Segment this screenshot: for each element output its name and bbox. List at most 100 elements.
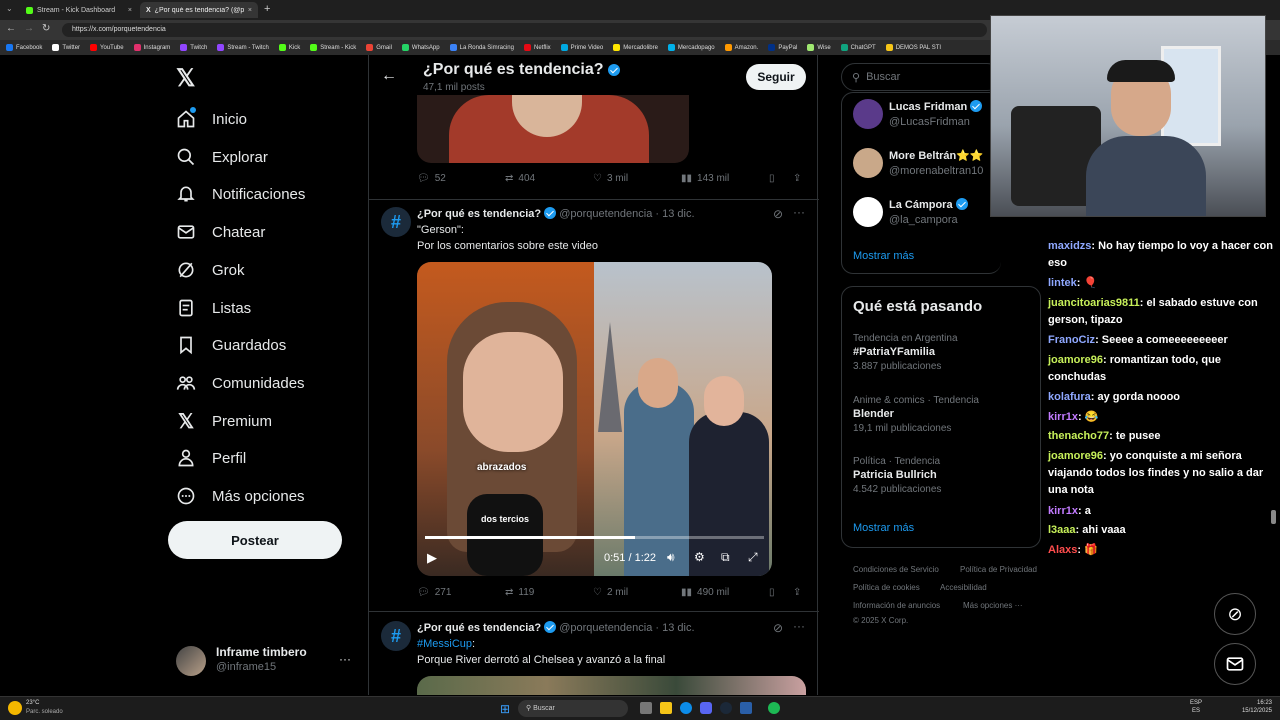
share-icon[interactable]: ⇪ [793,173,801,184]
grok-float-button[interactable]: ⊘ [1214,593,1256,635]
taskbar-search[interactable]: ⚲ Buscar [518,700,628,717]
post-more-icon[interactable]: ··· [793,619,805,633]
trend-item[interactable]: Tendencia en Argentina #PatriaYFamilia 3… [853,333,958,372]
play-icon[interactable]: ▶ [427,550,437,566]
reload-icon[interactable]: ↻ [42,23,50,34]
footer-link[interactable]: Política de Privacidad [960,565,1037,574]
suggestion-name[interactable]: La Cámpora [889,198,968,211]
settings-icon[interactable]: ⚙ [694,550,705,564]
nav-inicio[interactable]: Inicio [176,103,247,135]
bookmark-item[interactable]: Mercadopago [667,44,715,51]
close-tab-icon[interactable]: × [248,7,252,14]
hashtag-link[interactable]: #MessiCup [417,638,472,650]
nav-premium[interactable]: 𝕏 Premium [176,405,272,437]
nav-grok[interactable]: Grok [176,254,245,286]
reply-button[interactable]: 💬︎ 271 [417,587,451,598]
video-player[interactable]: dos tercios abrazados ▶ 0:51 / 1:22 🔊︎ ⚙… [417,262,772,576]
edge-icon[interactable] [680,702,692,714]
windows-start-icon[interactable]: ⊞ [500,702,510,716]
messages-float-button[interactable] [1214,643,1256,685]
suggestion-name[interactable]: More Beltrán⭐⭐ [889,149,984,162]
repost-button[interactable]: ⇄ 404 [505,173,535,184]
footer-link[interactable]: Más opciones ··· [963,601,1023,610]
account-switcher[interactable]: Inframe timbero @inframe15 ··· [176,644,366,678]
forward-icon[interactable]: → [24,23,34,34]
post-more-icon[interactable]: ··· [793,205,805,219]
bookmark-button[interactable]: ▯ [769,173,775,184]
share-icon[interactable]: ⇪ [793,587,801,598]
task-view-icon[interactable] [640,702,652,714]
fullscreen-icon[interactable]: ⤢ [748,550,758,565]
nav-comunidades[interactable]: Comunidades [176,367,305,399]
bookmark-item[interactable]: Kick [278,44,300,51]
new-tab-button[interactable]: + [264,3,270,15]
tab-list-icon[interactable]: ⌄ [6,4,13,13]
nav-perfil[interactable]: Perfil [176,442,246,474]
nav-explorar[interactable]: Explorar [176,141,268,173]
pip-icon[interactable]: ⧉ [721,550,730,565]
post-media[interactable] [417,95,689,163]
trend-item[interactable]: Anime & comics · Tendencia Blender 19,1 … [853,395,979,434]
like-button[interactable]: ♡ 3 mil [593,173,628,184]
footer-link[interactable]: Accesibilidad [940,583,987,592]
show-more-link[interactable]: Mostrar más [853,522,914,534]
avatar[interactable] [853,148,883,178]
account-more-icon[interactable]: ··· [339,652,351,666]
nav-guardados[interactable]: Guardados [176,329,286,361]
grok-icon[interactable]: ⊘ [773,621,783,635]
search-input[interactable]: ⚲ Buscar [841,63,1001,91]
grok-icon[interactable]: ⊘ [773,207,783,221]
scrollbar[interactable] [1271,510,1276,524]
discord-icon[interactable] [700,702,712,714]
views-button[interactable]: ▮▮ 143 mil [681,173,729,184]
show-more-link[interactable]: Mostrar más [853,250,914,262]
nav-chatear[interactable]: Chatear [176,216,265,248]
bookmark-item[interactable]: Wise [807,44,831,51]
app-icon[interactable] [740,702,752,714]
bookmark-item[interactable]: Prime Video [560,44,603,51]
post-button[interactable]: Postear [168,521,342,559]
nav-notificaciones[interactable]: Notificaciones [176,178,305,210]
file-explorer-icon[interactable] [660,702,672,714]
bookmark-item[interactable]: WhatsApp [401,44,440,51]
bookmark-item[interactable]: Stream - Twitch [217,44,269,51]
bookmark-item[interactable]: YouTube [90,44,124,51]
avatar[interactable]: # [381,207,411,237]
x-logo-icon[interactable]: 𝕏 [176,64,195,93]
back-arrow-icon[interactable]: ← [381,67,397,85]
tab-porquetendencia[interactable]: X ¿Por qué es tendencia? (@porquet × [140,2,258,18]
bookmark-item[interactable]: Stream - Kick [310,44,356,51]
footer-link[interactable]: Política de cookies [853,583,920,592]
avatar[interactable] [853,197,883,227]
close-tab-icon[interactable]: × [128,7,132,14]
suggestion-name[interactable]: Lucas Fridman [889,100,983,113]
bookmark-button[interactable]: ▯ [769,587,775,598]
bookmark-item[interactable]: La Ronda Simracing [449,44,514,51]
weather-temp[interactable]: 23°C [26,700,39,706]
bookmark-item[interactable]: Instagram [133,44,170,51]
views-button[interactable]: ▮▮ 490 mil [681,587,729,598]
bookmark-item[interactable]: Netflix [523,44,551,51]
video-progress-bar[interactable] [425,536,764,539]
footer-link[interactable]: Información de anuncios [853,601,940,610]
repost-button[interactable]: ⇄ 119 [505,587,534,598]
language-indicator[interactable]: ESP [1190,700,1202,706]
bookmark-item[interactable]: DEMOS PAL STI [885,44,941,51]
like-button[interactable]: ♡ 2 mil [593,587,628,598]
reply-button[interactable]: 💬︎ 52 [417,173,446,184]
url-field[interactable]: https://x.com/porquetendencia [62,23,987,37]
clock-time[interactable]: 16:23 [1240,700,1272,706]
footer-link[interactable]: Condiciones de Servicio [853,565,939,574]
nav-mas-opciones[interactable]: Más opciones [176,480,305,512]
trend-item[interactable]: Política · Tendencia Patricia Bullrich 4… [853,456,941,495]
bookmark-item[interactable]: ChatGPT [840,44,876,51]
tab-kick-dashboard[interactable]: Stream - Kick Dashboard × [20,2,138,18]
avatar[interactable] [853,99,883,129]
bookmark-item[interactable]: Facebook [6,44,42,51]
bookmark-item[interactable]: Twitter [52,44,80,51]
post-media[interactable] [417,676,806,695]
bookmark-item[interactable]: PayPal [768,44,797,51]
bookmark-item[interactable]: Twitch [180,44,207,51]
bookmark-item[interactable]: Gmail [366,44,392,51]
nav-listas[interactable]: Listas [176,292,251,324]
